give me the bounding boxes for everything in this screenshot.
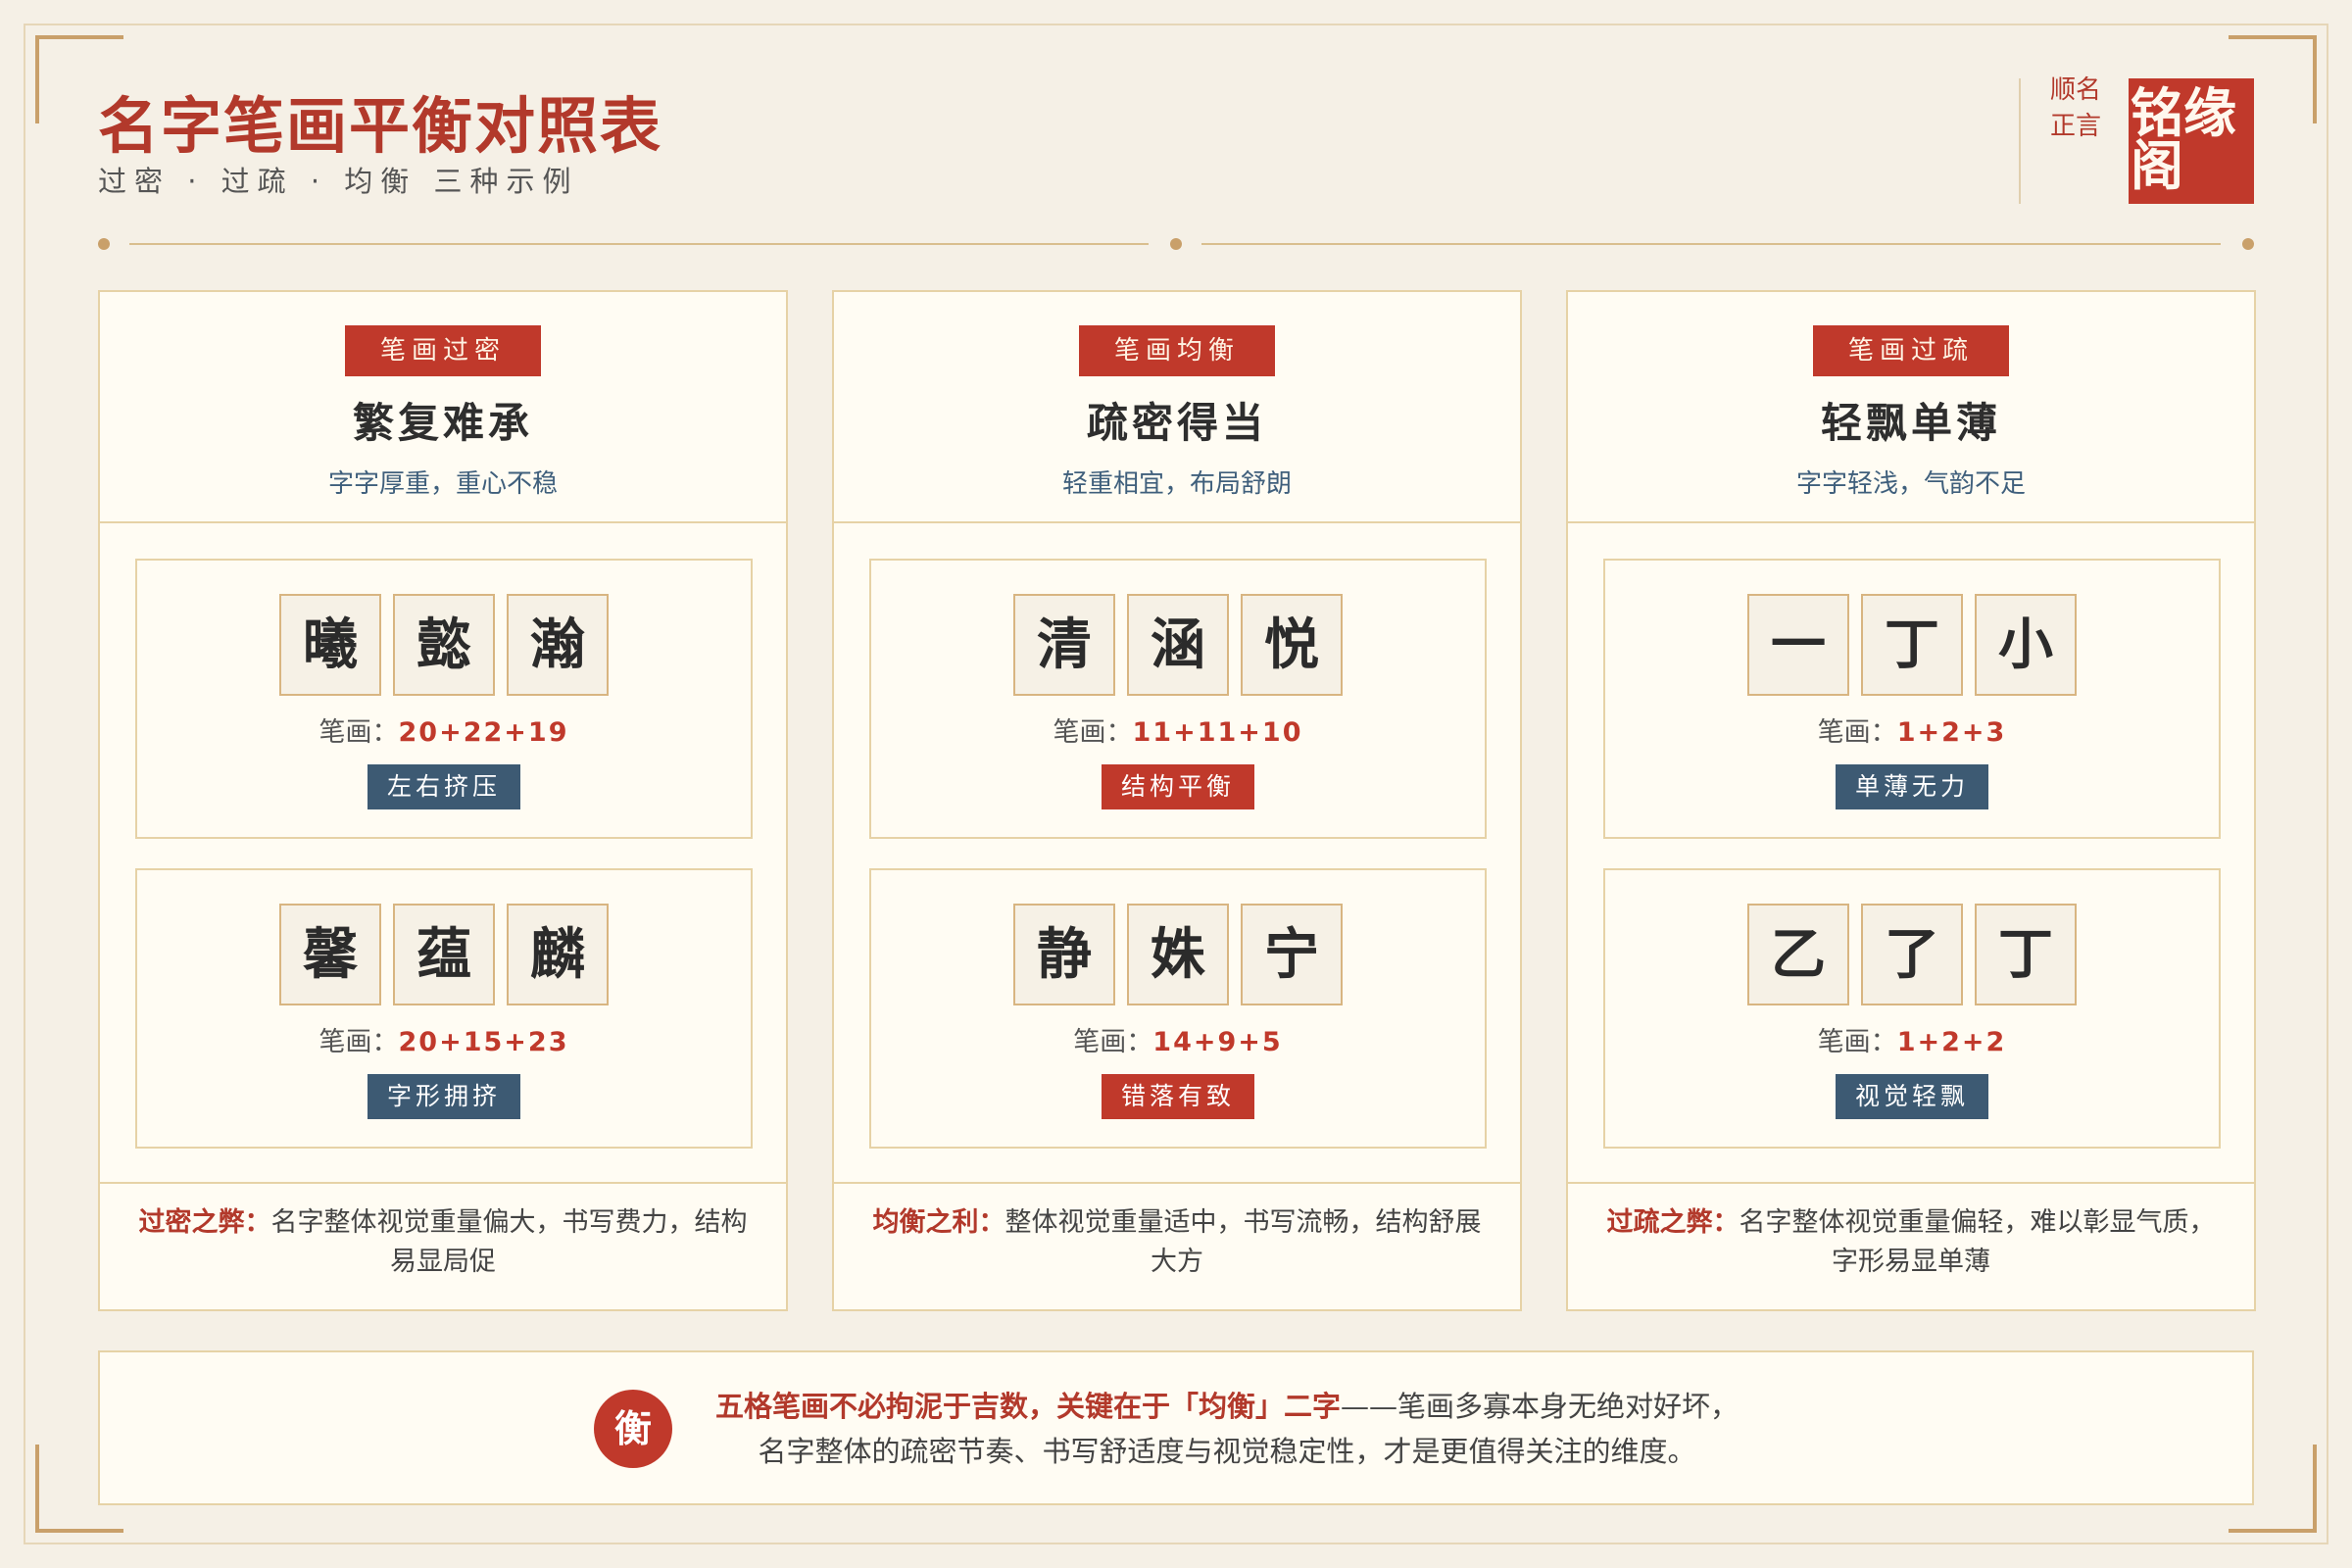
character-tile: 馨: [279, 904, 381, 1005]
conclusion-text: 名字整体视觉重量偏大，书写费力，结构易显局促: [270, 1207, 748, 1277]
character-tile: 丁: [1975, 904, 2077, 1005]
name-example: 清涵悦笔画：11+11+10 结构平衡: [869, 559, 1487, 839]
stroke-value: 11+11+10: [1132, 717, 1303, 748]
stroke-label: 笔画：: [1073, 1027, 1153, 1057]
name-example: 乙了丁笔画：1+2+2 视觉轻飘: [1603, 868, 2221, 1149]
conclusion-text: 整体视觉重量适中，书写流畅，结构舒展大方: [1004, 1207, 1482, 1277]
card-header: 笔画均衡疏密得当轻重相宜，布局舒朗: [834, 292, 1520, 523]
name-example: 曦懿瀚笔画：20+22+19 左右挤压: [135, 559, 753, 839]
header-rule: [1201, 243, 2221, 245]
header-rule: [129, 243, 1149, 245]
card-title: 轻飘单薄: [1820, 399, 2001, 447]
conclusion-key: 过疏之弊：: [1606, 1207, 1740, 1238]
card-title: 繁复难承: [352, 399, 533, 447]
rule-dot: [98, 238, 110, 250]
card-subtitle: 字字轻浅，气韵不足: [1795, 469, 2026, 499]
card-title: 疏密得当: [1086, 399, 1267, 447]
character-tile: 丁: [1861, 594, 1963, 696]
card-subtitle: 字字厚重，重心不稳: [327, 469, 558, 499]
balance-icon: 衡: [594, 1390, 672, 1468]
stroke-count: 笔画：11+11+10: [871, 713, 1485, 753]
stroke-value: 14+9+5: [1152, 1027, 1283, 1057]
conclusion-key: 均衡之利：: [872, 1207, 1005, 1238]
comparison-card: 笔画过疏 轻飘单薄 字字轻浅，气韵不足一丁小笔画：1+2+3 单薄无力乙了丁笔画：1+…: [1566, 290, 2256, 1311]
name-characters: 清涵悦: [871, 594, 1485, 698]
rule-dot: [2242, 238, 2254, 250]
character-tile: 曦: [279, 594, 381, 696]
character-tile: 清: [1013, 594, 1115, 696]
motto-text: 顺名正言: [2049, 75, 2101, 141]
name-example: 静姝宁笔画：14+9+5 错落有致: [869, 868, 1487, 1149]
character-tile: 蕴: [393, 904, 495, 1005]
name-characters: 静姝宁: [871, 904, 1485, 1007]
summary-text: 五格笔画不必拘泥于吉数，关键在于「均衡」二字——笔画多寡本身无绝对好坏， 名字整…: [688, 1384, 1766, 1474]
evaluation-tag: 错落有致: [1101, 1074, 1254, 1119]
character-tile: 懿: [393, 594, 495, 696]
name-characters: 一丁小: [1605, 594, 2219, 698]
stroke-count: 笔画：20+15+23: [137, 1023, 751, 1062]
name-example: 馨蕴麟笔画：20+15+23 字形拥挤: [135, 868, 753, 1149]
card-header: 笔画过疏轻飘单薄字字轻浅，气韵不足: [1568, 292, 2254, 523]
card-subtitle: 轻重相宜，布局舒朗: [1061, 469, 1292, 499]
character-tile: 小: [1975, 594, 2077, 696]
character-tile: 姝: [1127, 904, 1229, 1005]
stroke-label: 笔画：: [1817, 1027, 1897, 1057]
category-badge: 笔画过密: [345, 325, 541, 376]
stroke-label: 笔画：: [1053, 717, 1133, 748]
stroke-label: 笔画：: [318, 717, 399, 748]
evaluation-tag: 左右挤压: [367, 764, 520, 809]
character-tile: 一: [1747, 594, 1849, 696]
conclusion-text: 名字整体视觉重量偏轻，难以彰显气质，字形易显单薄: [1739, 1207, 2216, 1277]
conclusion-key: 过密之弊：: [138, 1207, 271, 1238]
stroke-value: 20+22+19: [398, 717, 569, 748]
evaluation-tag: 视觉轻飘: [1835, 1074, 1988, 1119]
evaluation-tag: 单薄无力: [1835, 764, 1988, 809]
stroke-count: 笔画：14+9+5: [871, 1023, 1485, 1062]
page-subtitle: 过密 · 过疏 · 均衡 三种示例: [98, 165, 579, 198]
name-characters: 馨蕴麟: [137, 904, 751, 1007]
rule-dot: [1170, 238, 1182, 250]
character-tile: 宁: [1241, 904, 1343, 1005]
stroke-value: 20+15+23: [398, 1027, 569, 1057]
seal-stamp: 铭缘阁: [2129, 78, 2254, 204]
character-tile: 乙: [1747, 904, 1849, 1005]
category-badge: 笔画均衡: [1079, 325, 1275, 376]
evaluation-tag: 字形拥挤: [367, 1074, 520, 1119]
comparison-card: 笔画过密 繁复难承 字字厚重，重心不稳曦懿瀚笔画：20+22+19 左右挤压馨蕴麟笔画…: [98, 290, 788, 1311]
stroke-label: 笔画：: [318, 1027, 399, 1057]
card-conclusion: 过疏之弊：名字整体视觉重量偏轻，难以彰显气质，字形易显单薄: [1568, 1182, 2254, 1309]
card-conclusion: 过密之弊：名字整体视觉重量偏大，书写费力，结构易显局促: [100, 1182, 786, 1309]
summary-line2: 名字整体的疏密节奏、书写舒适度与视觉稳定性，才是更值得关注的维度。: [758, 1435, 1696, 1468]
evaluation-tag: 结构平衡: [1101, 764, 1254, 809]
card-conclusion: 均衡之利：整体视觉重量适中，书写流畅，结构舒展大方: [834, 1182, 1520, 1309]
card-header: 笔画过密繁复难承字字厚重，重心不稳: [100, 292, 786, 523]
name-characters: 乙了丁: [1605, 904, 2219, 1007]
character-tile: 静: [1013, 904, 1115, 1005]
name-characters: 曦懿瀚: [137, 594, 751, 698]
name-example: 一丁小笔画：1+2+3 单薄无力: [1603, 559, 2221, 839]
category-badge: 笔画过疏: [1813, 325, 2009, 376]
summary-key: 五格笔画不必拘泥于吉数，关键在于「均衡」二字: [714, 1390, 1341, 1423]
stroke-count: 笔画：1+2+3: [1605, 713, 2219, 753]
character-tile: 麟: [507, 904, 609, 1005]
stroke-value: 1+2+2: [1896, 1027, 2007, 1057]
character-tile: 悦: [1241, 594, 1343, 696]
summary-panel: 衡 五格笔画不必拘泥于吉数，关键在于「均衡」二字——笔画多寡本身无绝对好坏， 名…: [98, 1350, 2254, 1505]
summary-line1: ——笔画多寡本身无绝对好坏，: [1341, 1390, 1740, 1423]
stroke-label: 笔画：: [1817, 717, 1897, 748]
comparison-card: 笔画均衡 疏密得当 轻重相宜，布局舒朗清涵悦笔画：11+11+10 结构平衡静姝宁笔画…: [832, 290, 1522, 1311]
stroke-count: 笔画：20+22+19: [137, 713, 751, 753]
stroke-value: 1+2+3: [1896, 717, 2007, 748]
stroke-count: 笔画：1+2+2: [1605, 1023, 2219, 1062]
page-title: 名字笔画平衡对照表: [98, 90, 663, 162]
header-divider: [2019, 78, 2021, 204]
character-tile: 涵: [1127, 594, 1229, 696]
character-tile: 瀚: [507, 594, 609, 696]
character-tile: 了: [1861, 904, 1963, 1005]
